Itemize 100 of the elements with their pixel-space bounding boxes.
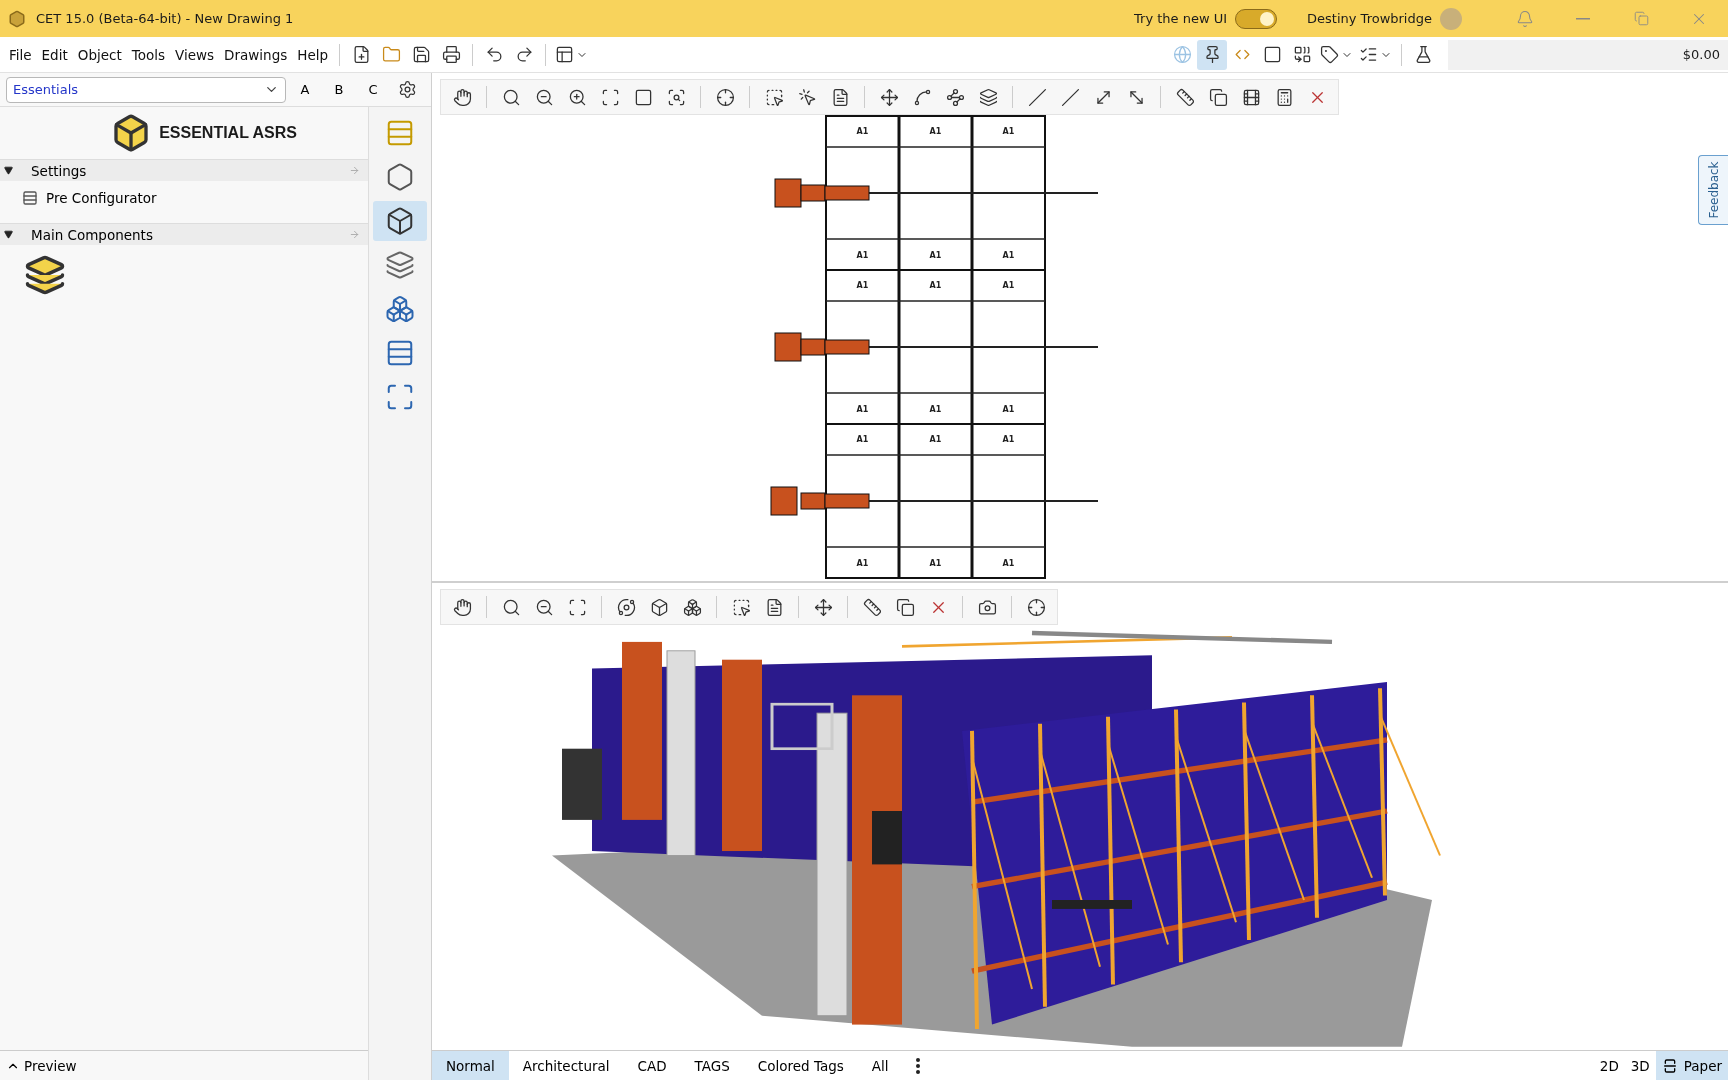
caret-icon [4,166,13,175]
shapes-icon [1292,45,1312,64]
layer-tab[interactable]: Normal [432,1051,509,1080]
copy-icon [895,597,915,617]
slot-label: A1 [929,405,942,414]
pointer-icon [797,87,817,107]
zoom-in-icon [567,87,587,107]
slot-label: A1 [856,127,869,136]
section-header[interactable]: Main Components [0,223,369,245]
zoom-icon [501,87,521,107]
panel-item[interactable]: Pre Configurator [0,181,369,215]
slot-label: A1 [1002,435,1015,444]
zoom-icon [501,597,521,617]
caret-icon [4,230,13,239]
menu-item[interactable]: Drawings [219,42,293,67]
slot-label: A1 [1002,405,1015,414]
arrow-icon [349,229,361,240]
letter-button[interactable]: B [324,76,354,103]
slot-label: A1 [1002,559,1015,568]
waypoints-icon [945,87,965,107]
view-mode-button[interactable]: Paper [1655,1051,1728,1080]
slot-label: A1 [929,281,942,290]
slot-label: A1 [1002,127,1015,136]
ruler-icon [862,597,882,617]
layer-tab[interactable]: All [857,1051,903,1080]
slot-label: A1 [856,435,869,444]
slot-label: A1 [929,435,942,444]
arrow-icon [349,165,361,176]
line-icon [1060,87,1080,107]
app-logo-icon [8,9,26,28]
line-icon [1027,87,1047,107]
layer-tab[interactable]: Colored Tags [743,1051,858,1080]
select-area-icon [731,597,751,617]
slot-label: A1 [856,405,869,414]
section-header[interactable]: Settings [0,159,369,181]
copy-icon [1208,87,1228,107]
move-icon [813,597,833,617]
menu-item[interactable]: Views [170,42,220,67]
category-button[interactable] [373,201,428,241]
print-icon [441,45,461,64]
price-field: $0.00 [1448,39,1728,70]
select-area-icon [764,87,784,107]
new-ui-toggle[interactable] [1235,8,1278,29]
slot-label: A1 [856,559,869,568]
slot-label: A1 [856,281,869,290]
slot-label: A1 [929,127,942,136]
spline-icon [912,87,932,107]
zoom-extents-icon [600,87,620,107]
slot-label: A1 [1002,281,1015,290]
panel-title: ESSENTIAL ASRS [159,124,297,142]
restore-icon [1633,11,1649,26]
feedback-tab[interactable]: Feedback [1698,155,1728,225]
user-name: Destiny Trowbridge [1307,11,1432,26]
zoom-out-icon [534,87,554,107]
pan-icon [452,87,472,107]
menu-item[interactable]: Tools [126,42,170,67]
box-icon [649,597,669,617]
menu-item[interactable]: Help [292,42,333,67]
target-icon [715,87,735,107]
slot-label: A1 [929,251,942,260]
ruler-icon [1175,87,1195,107]
slot-label: A1 [1002,251,1015,260]
menu-item[interactable]: Object [72,42,127,67]
zoom-window-icon [666,87,686,107]
bell-icon [1516,9,1534,28]
letter-button[interactable]: A [290,76,320,103]
zoom-extents-icon [567,597,587,617]
component-icon [24,253,66,296]
pin-button[interactable] [1197,39,1227,70]
film-icon [1241,87,1261,107]
more-icon [915,1057,920,1074]
toggle-label: Try the new UI [1134,11,1228,26]
layer-tab[interactable]: CAD [623,1051,681,1080]
folder-icon [381,45,401,64]
boxes-icon [682,597,702,617]
view-mode-button[interactable]: 3D [1624,1051,1656,1080]
layer-tab[interactable]: Architectural [508,1051,624,1080]
target-icon [1026,597,1046,617]
orbit-icon [616,597,636,617]
layout-icon [555,45,574,64]
configurator-icon [22,190,38,206]
move-icon [879,87,899,107]
layers-icon [978,87,998,107]
layer-tab[interactable]: TAGS [680,1051,744,1080]
settings-icon [397,80,417,99]
menu-item[interactable]: Edit [36,42,73,67]
catalog-dropdown[interactable]: Essentials [6,76,286,103]
view-mode-button[interactable]: 2D [1593,1051,1625,1080]
window-title: CET 15.0 (Beta-64-bit) - New Drawing 1 [36,11,294,26]
zoom-out-icon [534,597,554,617]
menu-item[interactable]: File [4,42,37,67]
letter-button[interactable]: C [358,76,388,103]
pan-icon [452,597,472,617]
list-icon [1359,45,1378,64]
tag-icon [1320,45,1339,64]
slot-label: A1 [929,559,942,568]
globe-icon [1172,45,1192,64]
paper-icon [1661,1057,1678,1074]
slot-label: A1 [856,251,869,260]
minimize-icon [1576,17,1590,20]
